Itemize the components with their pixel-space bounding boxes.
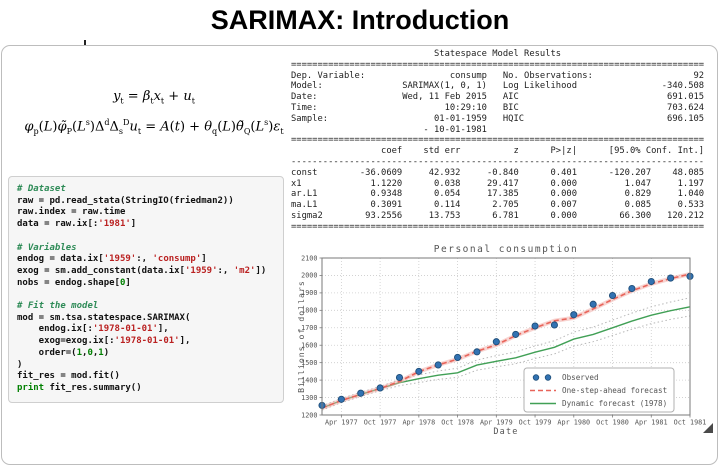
observed-point xyxy=(493,339,499,345)
x-tick-labels: Apr 1977 Oct 1977 Apr 1978 Oct 1978 Apr 1979… xyxy=(325,419,706,427)
legend-label: One-step-ahead forecast xyxy=(562,386,667,395)
svg-text:1200: 1200 xyxy=(301,411,317,419)
page-title: SARIMAX: Introduction xyxy=(0,5,720,36)
observed-point xyxy=(668,275,674,281)
observed-point xyxy=(338,396,344,402)
svg-text:Oct 1978: Oct 1978 xyxy=(441,419,474,427)
observed-point xyxy=(416,368,422,374)
statespace-results-table: Statespace Model Results ===============… xyxy=(291,49,720,233)
svg-text:2000: 2000 xyxy=(301,272,317,280)
code-line: print fit_res.summary() xyxy=(17,383,275,395)
code-line: order=(1,0,1) xyxy=(17,348,275,360)
observed-point xyxy=(590,301,596,307)
code-line: nobs = endog.shape[0] xyxy=(17,278,275,290)
svg-text:Apr 1978: Apr 1978 xyxy=(402,419,435,427)
code-line: # Dataset xyxy=(17,184,275,196)
resize-grip-icon[interactable] xyxy=(703,423,713,433)
code-line: exog=exog.ix[:'1978-01-01'], xyxy=(17,336,275,348)
observed-point xyxy=(513,331,519,337)
code-line: fit_res = mod.fit() xyxy=(17,371,275,383)
equation-sarimax: φp(L)φ̃P(Ls)ΔdΔsDut = A(t) + θq(L)θ̃Q(Ls… xyxy=(14,112,294,142)
x-axis-label: Date xyxy=(493,427,518,437)
legend-label: Observed xyxy=(562,373,599,382)
observed-point xyxy=(474,349,480,355)
observed-point xyxy=(551,322,557,328)
observed-point xyxy=(609,292,615,298)
code-line: endog.ix[:'1978-01-01'], xyxy=(17,324,275,336)
chart-title: Personal consumption xyxy=(434,244,578,255)
observed-point xyxy=(435,362,441,368)
svg-text:2100: 2100 xyxy=(301,254,317,262)
observed-point xyxy=(571,312,577,318)
y-axis-label: Billions of dollars xyxy=(296,280,306,393)
svg-text:Oct 1979: Oct 1979 xyxy=(519,419,552,427)
code-line: ) xyxy=(17,360,275,372)
text-cursor xyxy=(84,40,86,45)
svg-text:Oct 1980: Oct 1980 xyxy=(596,419,629,427)
code-line: # Variables xyxy=(17,243,275,255)
legend-observed-marker xyxy=(545,375,551,381)
code-line xyxy=(17,289,275,301)
code-line: # Fit the model xyxy=(17,301,275,313)
observed-point xyxy=(358,390,364,396)
observed-point xyxy=(454,354,460,360)
code-line: mod = sm.tsa.statespace.SARIMAX( xyxy=(17,313,275,325)
svg-text:Apr 1977: Apr 1977 xyxy=(325,419,358,427)
equations-block: yt = βtxt + ut φp(L)φ̃P(Ls)ΔdΔsDut = A(t… xyxy=(14,86,294,142)
observed-point xyxy=(532,323,538,329)
code-line: endog = data.ix['1959':, 'consump'] xyxy=(17,254,275,266)
personal-consumption-chart: Apr 1977 Oct 1977 Apr 1978 Oct 1978 Apr 1979… xyxy=(296,242,720,442)
equation-observation: yt = βtxt + ut xyxy=(14,86,294,112)
observed-point xyxy=(396,374,402,380)
svg-text:Apr 1981: Apr 1981 xyxy=(635,419,668,427)
svg-text:Oct 1981: Oct 1981 xyxy=(674,419,707,427)
legend-label: Dynamic forecast (1978) xyxy=(562,399,667,408)
svg-text:Apr 1979: Apr 1979 xyxy=(480,419,513,427)
observed-point xyxy=(629,285,635,291)
observed-point xyxy=(648,278,654,284)
observed-point xyxy=(377,385,383,391)
code-line: raw.index = raw.time xyxy=(17,207,275,219)
svg-text:Oct 1977: Oct 1977 xyxy=(364,419,397,427)
svg-text:Apr 1980: Apr 1980 xyxy=(557,419,590,427)
code-line: data = raw.ix[:'1981'] xyxy=(17,219,275,231)
code-line xyxy=(17,231,275,243)
legend-observed-marker xyxy=(533,375,539,381)
code-block: # Datasetraw = pd.read_stata(StringIO(fr… xyxy=(8,176,284,403)
svg-text:1300: 1300 xyxy=(301,394,317,402)
code-line: raw = pd.read_stata(StringIO(friedman2)) xyxy=(17,196,275,208)
legend: Observed One-step-ahead forecast Dynamic f… xyxy=(524,368,674,412)
code-line: exog = sm.add_constant(data.ix['1959':, … xyxy=(17,266,275,278)
